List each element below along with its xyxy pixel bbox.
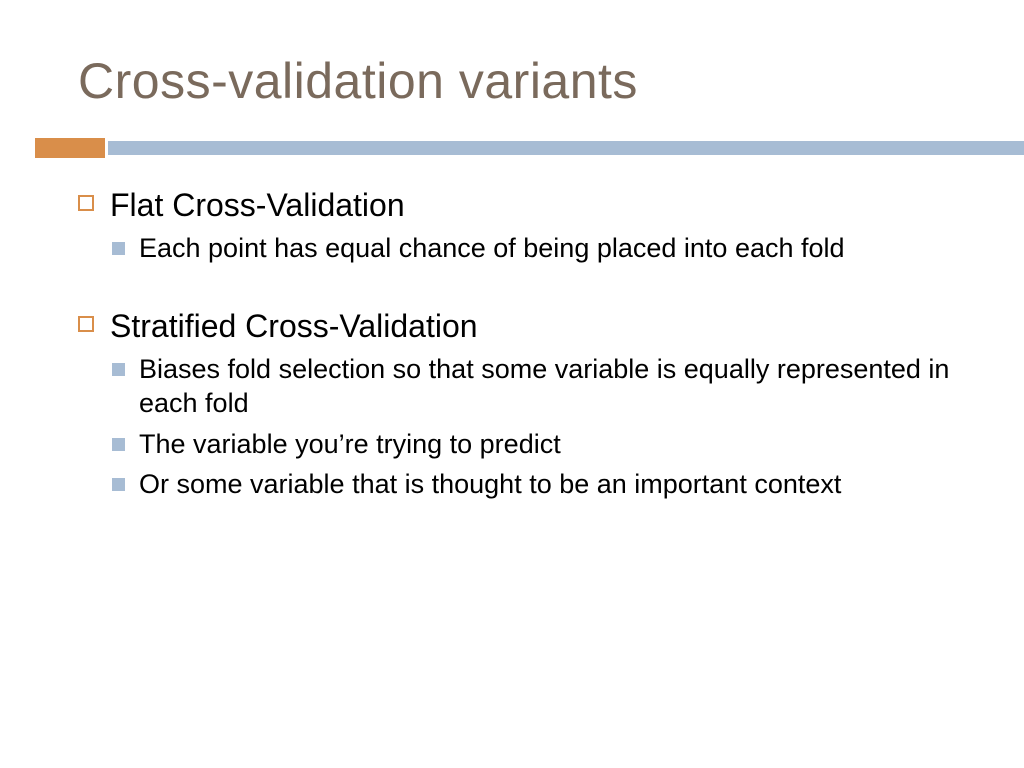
accent-blue-bar xyxy=(108,141,1024,155)
list-item: Flat Cross-Validation Each point has equ… xyxy=(78,185,974,266)
slide: Cross-validation variants Flat Cross-Val… xyxy=(0,0,1024,768)
bullet-filled-square-icon xyxy=(112,438,125,451)
divider-bar xyxy=(0,138,1024,158)
bullet-open-square-icon xyxy=(78,316,94,332)
list-item: Each point has equal chance of being pla… xyxy=(112,231,974,266)
bullet-text: Or some variable that is thought to be a… xyxy=(139,467,841,502)
list-item: Stratified Cross-Validation Biases fold … xyxy=(78,306,974,502)
slide-content: Flat Cross-Validation Each point has equ… xyxy=(78,185,974,508)
bullet-open-square-icon xyxy=(78,195,94,211)
slide-title: Cross-validation variants xyxy=(78,52,638,110)
section-heading: Flat Cross-Validation xyxy=(110,185,405,225)
bullet-text: The variable you’re trying to predict xyxy=(139,427,561,462)
section-heading: Stratified Cross-Validation xyxy=(110,306,478,346)
list-item: Biases fold selection so that some varia… xyxy=(112,352,974,421)
bullet-filled-square-icon xyxy=(112,478,125,491)
bullet-text: Biases fold selection so that some varia… xyxy=(139,352,974,421)
list-item: The variable you’re trying to predict xyxy=(112,427,974,462)
list-item: Or some variable that is thought to be a… xyxy=(112,467,974,502)
bullet-text: Each point has equal chance of being pla… xyxy=(139,231,845,266)
bullet-filled-square-icon xyxy=(112,242,125,255)
bullet-filled-square-icon xyxy=(112,363,125,376)
accent-orange-block xyxy=(35,138,105,158)
